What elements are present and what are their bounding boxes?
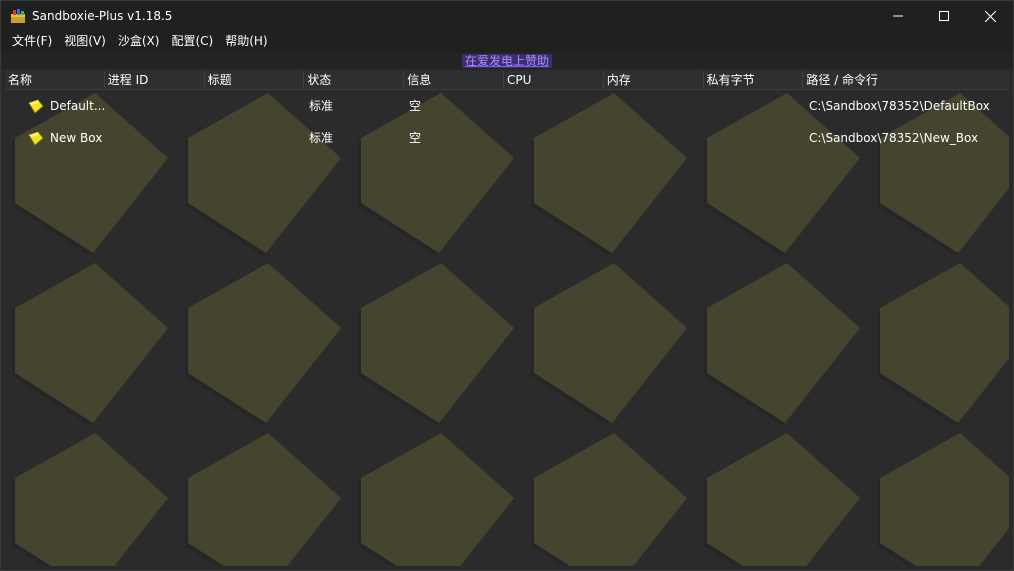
box-info: 空	[409, 131, 422, 145]
column-header-title[interactable]: 标题	[205, 71, 305, 89]
box-name: New Box	[50, 131, 103, 145]
title-bar[interactable]: Sandboxie-Plus v1.18.5	[1, 1, 1013, 31]
pattern-tile	[361, 263, 514, 423]
maximize-icon	[939, 11, 949, 21]
column-header-row: 名称 进程 ID 标题 状态 信息 CPU 内存 私有字节 路径 / 命令行	[5, 71, 1009, 90]
pattern-tile	[15, 433, 168, 566]
sandbox-list: Default... 标准 空 C:\Sandbox\78352\Default…	[5, 90, 1009, 154]
box-path: C:\Sandbox\78352\DefaultBox	[809, 99, 990, 113]
box-name-cell: New Box	[5, 122, 305, 154]
menu-options[interactable]: 配置(C)	[165, 31, 219, 52]
pattern-tile	[188, 433, 341, 566]
menu-file[interactable]: 文件(F)	[6, 31, 58, 52]
column-header-private-bytes[interactable]: 私有字节	[704, 71, 804, 89]
sandbox-tree[interactable]: Default... 标准 空 C:\Sandbox\78352\Default…	[5, 90, 1009, 566]
pattern-tile	[534, 433, 687, 566]
column-header-memory[interactable]: 内存	[604, 71, 704, 89]
main-window: Sandboxie-Plus v1.18.5 文件(F) 视图(V) 沙盒(X)…	[0, 0, 1014, 571]
donate-link[interactable]: 在爱发电上赞助	[461, 53, 552, 68]
minimize-icon	[893, 15, 903, 17]
box-path: C:\Sandbox\78352\New_Box	[809, 131, 979, 145]
background-pattern	[12, 93, 1009, 566]
column-header-pid[interactable]: 进程 ID	[105, 71, 205, 89]
pattern-tile	[361, 433, 514, 566]
box-status: 标准	[309, 131, 334, 145]
pattern-tile	[15, 263, 168, 423]
menu-view[interactable]: 视图(V)	[58, 31, 112, 52]
column-header-status[interactable]: 状态	[304, 71, 405, 89]
table-row[interactable]: New Box 标准 空 C:\Sandbox\78352\New_Box	[5, 122, 1009, 154]
minimize-button[interactable]	[875, 1, 921, 31]
pattern-tile	[534, 263, 687, 423]
box-name: Default...	[50, 99, 106, 113]
pattern-tile	[880, 433, 1009, 566]
menu-sandbox[interactable]: 沙盒(X)	[112, 31, 166, 52]
pattern-tile	[707, 433, 860, 566]
column-header-cpu[interactable]: CPU	[504, 71, 604, 89]
box-name-cell: Default...	[5, 90, 305, 122]
column-header-info[interactable]: 信息	[404, 71, 504, 89]
column-header-path[interactable]: 路径 / 命令行	[803, 71, 1009, 89]
pattern-tile	[707, 263, 860, 423]
donate-banner: 在爱发电上赞助	[1, 52, 1013, 69]
menu-help[interactable]: 帮助(H)	[219, 31, 273, 52]
pattern-tile	[188, 263, 341, 423]
menu-bar: 文件(F) 视图(V) 沙盒(X) 配置(C) 帮助(H)	[1, 31, 1013, 52]
box-info: 空	[409, 99, 422, 113]
window-controls	[875, 1, 1013, 31]
sandboxie-app-icon	[11, 9, 25, 23]
table-row[interactable]: Default... 标准 空 C:\Sandbox\78352\Default…	[5, 90, 1009, 122]
close-icon	[984, 10, 996, 22]
close-button[interactable]	[967, 1, 1013, 31]
window-title: Sandboxie-Plus v1.18.5	[32, 9, 173, 23]
yellow-box-icon	[28, 131, 44, 146]
column-header-name[interactable]: 名称	[5, 71, 105, 89]
maximize-button[interactable]	[921, 1, 967, 31]
yellow-box-icon	[28, 99, 44, 114]
box-status: 标准	[309, 99, 334, 113]
pattern-tile	[880, 263, 1009, 423]
